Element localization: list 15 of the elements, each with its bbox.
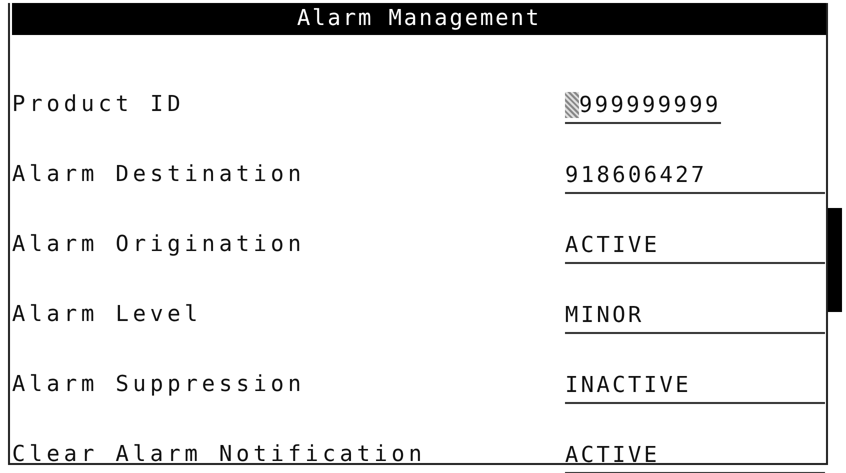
input-field[interactable]: INACTIVE	[565, 368, 825, 404]
field-label: Product ID	[11, 91, 186, 119]
input-field[interactable]: 918606427	[565, 158, 825, 194]
field-label: Clear Alarm Notification	[11, 441, 427, 469]
input-field[interactable]: MINOR	[565, 298, 825, 334]
input-field[interactable]: 999999999	[565, 88, 721, 124]
input-field[interactable]: ACTIVE	[565, 228, 825, 264]
scrollbar-thumb[interactable]	[828, 208, 842, 312]
text-cursor	[565, 92, 579, 118]
field-label: Alarm Origination	[11, 231, 306, 259]
field-label: Alarm Suppression	[11, 371, 306, 399]
field-label: Alarm Level	[11, 301, 203, 329]
window-title: Alarm Management	[12, 3, 826, 35]
field-label: Alarm Destination	[11, 161, 306, 189]
input-field[interactable]: ACTIVE	[565, 438, 825, 473]
